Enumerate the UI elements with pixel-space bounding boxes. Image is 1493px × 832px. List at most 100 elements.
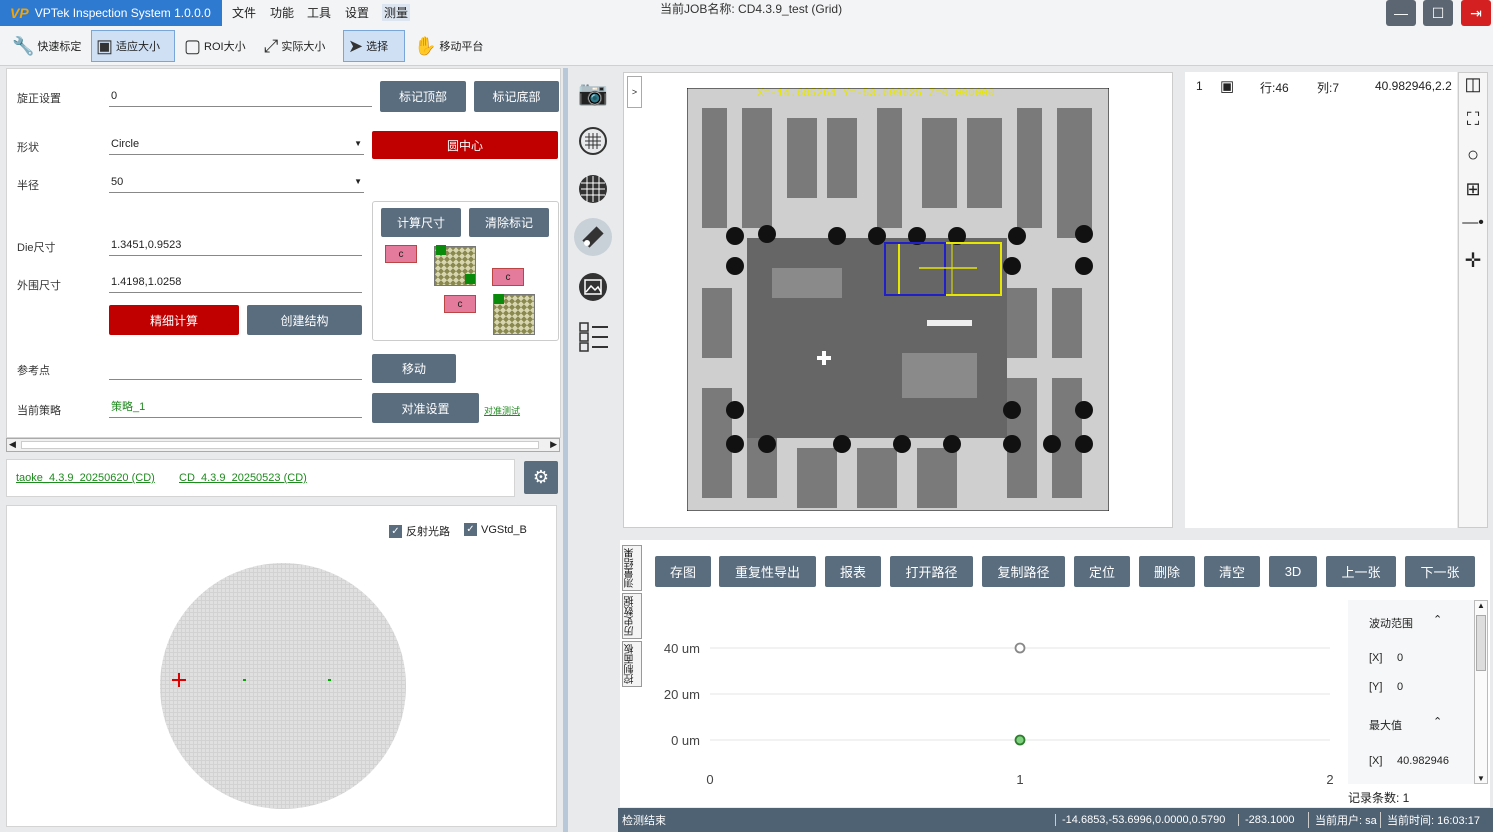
exit-icon: ⇥ (1470, 4, 1482, 21)
circle-tool-button[interactable]: ○ (1460, 144, 1486, 170)
exit-button[interactable]: ⇥ (1461, 0, 1491, 26)
c-marker-2[interactable]: c (492, 268, 524, 286)
status-z: -283.1000 (1238, 814, 1295, 826)
locate-button[interactable]: 定位 (1074, 556, 1130, 587)
wafer-map-button[interactable] (574, 122, 612, 160)
image-gallery-button[interactable] (574, 268, 612, 306)
clear-mark-button[interactable]: 清除标记 (469, 208, 549, 237)
next-button[interactable]: 下一张 (1405, 556, 1475, 587)
calibrate-button[interactable] (574, 218, 612, 256)
open-path-button[interactable]: 打开路径 (890, 556, 973, 587)
3d-button[interactable]: 3D (1269, 556, 1317, 587)
tab-measure-results[interactable]: 测量结果 (622, 545, 642, 591)
align-settings-button[interactable]: 对准设置 (372, 393, 479, 423)
calibrate-icon (582, 226, 604, 248)
scroll-up-icon[interactable]: ▲ (1477, 601, 1485, 610)
crosshair-frame-button[interactable]: ◫ (1460, 74, 1486, 100)
calc-size-button[interactable]: 计算尺寸 (381, 208, 461, 237)
wafer-map[interactable] (158, 561, 408, 811)
max-x-value: 40.982946 (1397, 755, 1449, 767)
line-point-button[interactable]: —• (1460, 214, 1486, 240)
fit-size-icon: ▣ (96, 35, 114, 56)
delete-button[interactable]: 删除 (1139, 556, 1195, 587)
scroll-left-icon[interactable]: ◀ (9, 439, 16, 450)
rotation-input[interactable]: 0 (109, 87, 372, 107)
strategy-input[interactable]: 策略_1 (109, 398, 362, 418)
prev-button[interactable]: 上一张 (1326, 556, 1396, 587)
x-tick-label: 2 (1326, 772, 1333, 787)
menu-function[interactable]: 功能 (270, 4, 294, 21)
grid-button[interactable] (574, 170, 612, 208)
maximize-button[interactable]: ☐ (1423, 0, 1453, 26)
shape-select[interactable]: Circle ▼ (109, 135, 364, 155)
c-marker-1[interactable]: c (385, 245, 417, 263)
die-marker (243, 679, 246, 681)
align-test-link[interactable]: 对准测试 (484, 404, 520, 417)
report-button[interactable]: 报表 (825, 556, 881, 587)
job-tab-taoke[interactable]: taoke_4.3.9_20250620 (CD) (16, 472, 155, 484)
inspection-image[interactable]: X=-14.685264 Y=-53.699625 Z=0.000000 (687, 88, 1109, 511)
zoom-fit-button[interactable]: ⊞ (1460, 179, 1486, 205)
repeat-export-button[interactable]: 重复性导出 (719, 556, 816, 587)
result-tabs: 测量结果 历史数据 控制面板 (622, 545, 642, 687)
menu-file[interactable]: 文件 (232, 4, 256, 21)
chevron-up-icon[interactable]: ⌃ (1433, 715, 1442, 728)
scroll-thumb[interactable] (1476, 615, 1486, 671)
select-button[interactable]: ➤ 选择 (343, 30, 405, 62)
menu-tools[interactable]: 工具 (307, 4, 331, 21)
job-name-label: 当前JOB名称: (660, 2, 735, 16)
vgstd-checkbox[interactable]: ✓ VGStd_B (464, 523, 527, 536)
quick-calibrate-button[interactable]: 🔧 快速标定 (8, 30, 85, 62)
menu-measure[interactable]: 测量 (382, 4, 411, 21)
menu-settings[interactable]: 设置 (345, 4, 369, 21)
y-tick-label: 40 um (664, 641, 700, 656)
scroll-right-icon[interactable]: ▶ (550, 439, 557, 450)
strategy-label: 当前策略 (17, 405, 61, 417)
die-size-input[interactable]: 1.3451,0.9523 (109, 236, 362, 256)
scroll-thumb[interactable] (21, 441, 539, 449)
cursor-icon: ➤ (348, 35, 364, 56)
stats-scrollbar[interactable]: ▲ ▼ (1474, 600, 1488, 784)
refresh-settings-button[interactable]: ⚙ (524, 461, 558, 494)
checklist-button[interactable] (574, 316, 612, 354)
maximize-icon: ☐ (1431, 4, 1445, 21)
clear-button[interactable]: 清空 (1204, 556, 1260, 587)
roi-size-button[interactable]: ▢ ROI大小 (180, 30, 250, 62)
radius-select[interactable]: 50 ▼ (109, 173, 364, 193)
camera-button[interactable]: 📷 (574, 74, 612, 112)
chevron-up-icon[interactable]: ⌃ (1433, 613, 1442, 626)
reflect-path-checkbox[interactable]: ✓ 反射光路 (389, 523, 450, 539)
job-tab-cd[interactable]: CD_4.3.9_20250523 (CD) (179, 472, 307, 484)
info-index: 1 (1196, 79, 1203, 93)
wafer-map-icon (579, 127, 607, 155)
scroll-down-icon[interactable]: ▼ (1477, 774, 1485, 783)
line-point-icon: —• (1462, 214, 1484, 231)
copy-path-button[interactable]: 复制路径 (982, 556, 1065, 587)
horizontal-scrollbar[interactable]: ◀ ▶ (6, 438, 560, 452)
create-structure-button[interactable]: 创建结构 (247, 305, 362, 335)
minimize-button[interactable]: — (1386, 0, 1416, 26)
wrench-icon: 🔧 (12, 35, 35, 56)
ref-point-input[interactable] (109, 360, 362, 380)
tab-control-panel[interactable]: 控制面板 (622, 641, 642, 687)
circle-center-button[interactable]: 圆中心 (372, 131, 558, 159)
fine-calc-button[interactable]: 精细计算 (109, 305, 239, 335)
expand-panel-button[interactable]: > (627, 76, 642, 108)
save-image-button[interactable]: 存图 (655, 556, 711, 587)
outer-size-input[interactable]: 1.4198,1.0258 (109, 273, 362, 293)
fullscreen-button[interactable]: ⛶ (1460, 109, 1486, 135)
move-stage-button[interactable]: ✋ 移动平台 (410, 30, 487, 62)
info-row[interactable]: 1 ▣ 行:46 列:7 40.982946,2.2 (1190, 76, 1456, 98)
move-button[interactable]: 移动 (372, 354, 456, 383)
tab-history-data[interactable]: 历史数据 (622, 593, 642, 639)
move-cross-button[interactable]: ✛ (1460, 248, 1486, 274)
actual-size-button[interactable]: ⤢ 实际大小 (260, 30, 329, 62)
mark-bottom-button[interactable]: 标记底部 (474, 81, 559, 112)
c-marker-3[interactable]: c (444, 295, 476, 313)
mark-top-button[interactable]: 标记顶部 (380, 81, 466, 112)
range-x-value: 0 (1397, 652, 1404, 664)
panel-splitter[interactable] (563, 68, 568, 832)
coordinate-overlay: X=-14.685264 Y=-53.699625 Z=0.000000 (757, 88, 995, 100)
fit-size-button[interactable]: ▣ 适应大小 (91, 30, 175, 62)
wafer-disc (160, 563, 406, 809)
